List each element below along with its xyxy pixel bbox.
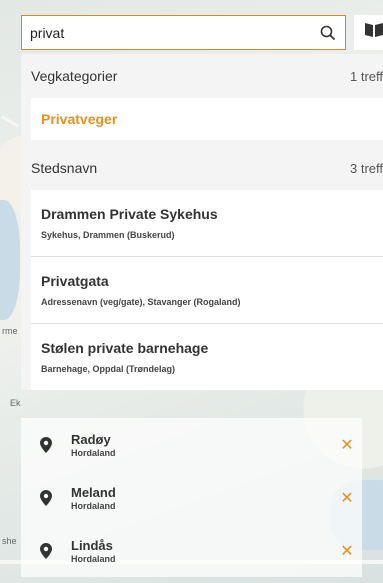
map-label: rme — [2, 326, 18, 336]
place-name: Lindås — [71, 537, 113, 553]
search-icon[interactable] — [311, 16, 345, 49]
result-title: Drammen Private Sykehus — [41, 206, 218, 222]
recent-places: Radøy Hordaland ✕ Meland Hordaland ✕ Lin… — [21, 418, 362, 577]
search-results: Vegkategorier 1 treff Privatveger Stedsn… — [21, 54, 383, 390]
category-header: Stedsnavn 3 treff — [21, 146, 383, 190]
result-item[interactable]: Privatveger — [31, 98, 383, 140]
close-icon[interactable]: ✕ — [332, 541, 362, 561]
search-input[interactable] — [22, 24, 311, 41]
result-title: Stølen private barnehage — [41, 340, 209, 356]
place-name: Radøy — [71, 431, 111, 447]
map-label: she — [2, 536, 17, 546]
recent-place-item[interactable]: Radøy Hordaland ✕ — [21, 418, 362, 471]
result-subtitle: Sykehus, Drammen (Buskerud) — [41, 230, 175, 240]
location-pin-icon — [21, 436, 71, 453]
close-icon[interactable]: ✕ — [332, 488, 362, 508]
water-area — [0, 200, 20, 320]
result-item[interactable]: Stølen private barnehage Barnehage, Oppd… — [31, 323, 383, 390]
result-count: 3 treff — [349, 160, 383, 176]
place-region: Hordaland — [71, 447, 116, 458]
category-header: Vegkategorier 1 treff — [21, 54, 383, 98]
map-label: Ek — [10, 398, 21, 408]
search-box — [21, 15, 346, 50]
recent-place-item[interactable]: Meland Hordaland ✕ — [21, 471, 362, 524]
category-title: Stedsnavn — [31, 160, 98, 176]
result-item[interactable]: Privatgata Adressenavn (veg/gate), Stava… — [31, 256, 383, 323]
location-pin-icon — [21, 542, 71, 559]
place-region: Hordaland — [71, 500, 116, 511]
result-card: Drammen Private Sykehus Sykehus, Drammen… — [31, 190, 383, 390]
result-subtitle: Barnehage, Oppdal (Trøndelag) — [41, 364, 176, 374]
place-name: Meland — [71, 484, 116, 500]
map-road — [0, 115, 20, 128]
place-region: Hordaland — [71, 553, 116, 564]
location-pin-icon — [21, 489, 71, 506]
result-title: Privatgata — [41, 273, 109, 289]
recent-place-item[interactable]: Lindås Hordaland ✕ — [21, 524, 362, 577]
result-card: Privatveger — [31, 98, 383, 140]
close-icon[interactable]: ✕ — [332, 435, 362, 455]
category-title: Vegkategorier — [31, 68, 118, 84]
book-icon — [363, 21, 383, 44]
result-item[interactable]: Drammen Private Sykehus Sykehus, Drammen… — [31, 190, 383, 256]
result-count: 1 treff — [349, 68, 383, 84]
map-layers-button[interactable] — [354, 15, 383, 50]
result-subtitle: Adressenavn (veg/gate), Stavanger (Rogal… — [41, 297, 241, 307]
